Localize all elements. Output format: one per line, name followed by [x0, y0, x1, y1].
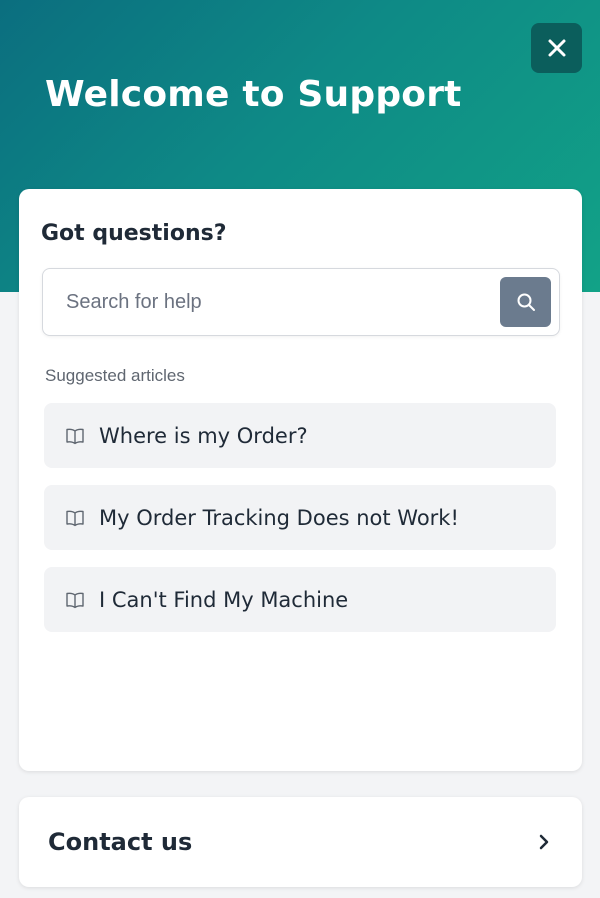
book-icon	[64, 425, 86, 447]
card-title: Got questions?	[41, 221, 227, 246]
contact-us-button[interactable]: Contact us	[19, 797, 582, 887]
search-button[interactable]	[500, 277, 551, 327]
search-bar	[42, 268, 560, 336]
support-widget: Welcome to Support Got questions? Sugges…	[0, 0, 600, 898]
article-item[interactable]: My Order Tracking Does not Work!	[44, 485, 556, 550]
article-item[interactable]: I Can't Find My Machine	[44, 567, 556, 632]
book-icon	[64, 507, 86, 529]
contact-us-label: Contact us	[48, 828, 193, 856]
chevron-right-icon	[534, 832, 554, 852]
close-icon	[548, 39, 565, 57]
page-title: Welcome to Support	[45, 74, 462, 115]
article-label: I Can't Find My Machine	[99, 587, 349, 612]
article-label: Where is my Order?	[99, 423, 308, 448]
suggested-articles-list: Where is my Order? My Order Tracking Doe…	[44, 403, 556, 649]
article-label: My Order Tracking Does not Work!	[99, 505, 459, 530]
help-card: Got questions? Suggested articles Where …	[19, 189, 582, 771]
search-input[interactable]	[55, 279, 485, 325]
close-button[interactable]	[531, 23, 582, 73]
book-icon	[64, 589, 86, 611]
article-item[interactable]: Where is my Order?	[44, 403, 556, 468]
search-icon	[517, 293, 535, 311]
suggested-articles-heading: Suggested articles	[45, 366, 185, 385]
